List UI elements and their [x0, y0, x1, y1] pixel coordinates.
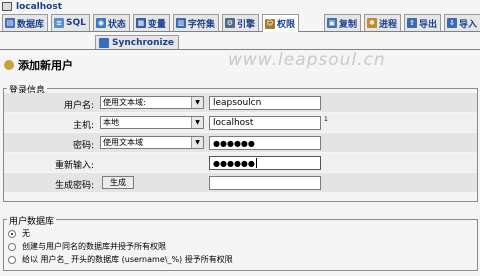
tab-status[interactable]: ◉ 状态 — [92, 14, 130, 31]
tab-sql[interactable]: ≡ SQL — [51, 14, 90, 31]
tab-export[interactable]: ⇧ 导出 — [404, 14, 442, 31]
retype-label: 重新输入: — [54, 161, 94, 171]
tab-databases[interactable]: ▤ 数据库 — [2, 14, 49, 31]
synchronize-icon — [99, 37, 109, 48]
tab-variables[interactable]: ▦ 变量 — [132, 14, 170, 31]
sql-icon: ≡ — [54, 18, 65, 28]
radio-button[interactable] — [8, 255, 16, 264]
tab-processes[interactable]: ✱ 进程 — [363, 14, 401, 31]
password-row: 密码: 使用文本域 ▼ ●●●●●● — [4, 133, 477, 152]
chevron-down-icon: ▼ — [191, 137, 203, 148]
username-row: 用户名: 使用文本域: ▼ leapsoulcn — [4, 93, 477, 112]
username-input[interactable]: leapsoulcn — [209, 96, 321, 110]
generate-password-button[interactable]: 生成 — [102, 176, 134, 189]
charset-icon: ▥ — [175, 18, 186, 28]
watermark-text: www.leapsoul.cn — [228, 50, 386, 70]
generate-label: 生成密码: — [54, 181, 94, 191]
tab-privileges[interactable]: ☺ 权限 — [261, 14, 299, 32]
db-option-none[interactable]: 无 — [8, 228, 30, 239]
generated-password-input[interactable] — [209, 176, 321, 190]
host-footnote: 1 — [324, 116, 328, 123]
tab-charset[interactable]: ▥ 字符集 — [172, 14, 219, 31]
database-icon: ▤ — [5, 18, 15, 28]
radio-button[interactable] — [8, 229, 16, 238]
host-input[interactable]: localhost — [209, 116, 321, 130]
tab-engines[interactable]: ⚙ 引擎 — [221, 14, 259, 31]
db-option-grant-prefix[interactable]: 给以 用户名_ 开头的数据库 (username\_%) 授予所有权限 — [8, 254, 233, 265]
login-info-fieldset: 登录信息 用户名: 使用文本域: ▼ leapsoulcn 主机: 本地 ▼ l… — [3, 83, 478, 202]
import-icon: ⇩ — [447, 18, 458, 28]
generate-row: 生成密码: 生成 — [4, 173, 477, 192]
host-row: 主机: 本地 ▼ localhost 1 — [4, 113, 477, 132]
engine-icon: ⚙ — [224, 18, 235, 28]
retype-password-input[interactable]: ●●●●●● — [209, 156, 321, 170]
status-icon: ◉ — [95, 18, 106, 28]
host-mode-select[interactable]: 本地 ▼ — [100, 116, 204, 129]
tab-replication[interactable]: ▣ 复制 — [323, 14, 361, 31]
host-label: 主机: — [72, 121, 94, 131]
privileges-icon: ☺ — [264, 18, 275, 29]
process-icon: ✱ — [366, 18, 377, 28]
tab-synchronize[interactable]: Synchronize — [95, 35, 179, 49]
server-breadcrumb: localhost — [0, 0, 480, 13]
password-input[interactable]: ●●●●●● — [209, 136, 321, 150]
db-option-create-same-name[interactable]: 创建与用户同名的数据库并授予所有权限 — [8, 241, 166, 252]
page-title: 添加新用户 — [4, 57, 73, 73]
user-database-legend: 用户数据库 — [7, 214, 57, 227]
radio-button[interactable] — [8, 242, 16, 251]
tab-import[interactable]: ⇩ 导入 — [444, 14, 480, 31]
server-name-link[interactable]: localhost — [16, 2, 62, 12]
user-database-fieldset: 用户数据库 无 创建与用户同名的数据库并授予所有权限 给以 用户名_ 开头的数据… — [3, 214, 478, 271]
password-mode-select[interactable]: 使用文本域 ▼ — [100, 136, 204, 149]
username-mode-select[interactable]: 使用文本域: ▼ — [100, 96, 204, 109]
export-icon: ⇧ — [407, 18, 417, 28]
replication-icon: ▣ — [326, 18, 337, 28]
chevron-down-icon: ▼ — [191, 97, 203, 108]
main-tab-bar: ▤ 数据库 ≡ SQL ◉ 状态 ▦ 变量 ▥ 字符集 ⚙ 引擎 ☺ 权限 ▣ 复制 ✱ 进程 ⇧… — [0, 14, 480, 32]
variables-icon: ▦ — [135, 18, 146, 28]
add-user-icon — [4, 60, 14, 70]
text-cursor — [255, 158, 257, 168]
username-label: 用户名: — [63, 101, 94, 111]
server-icon — [2, 2, 12, 11]
retype-row: 重新输入: ●●●●●● — [4, 153, 477, 172]
password-label: 密码: — [72, 141, 94, 151]
chevron-down-icon: ▼ — [191, 117, 203, 128]
